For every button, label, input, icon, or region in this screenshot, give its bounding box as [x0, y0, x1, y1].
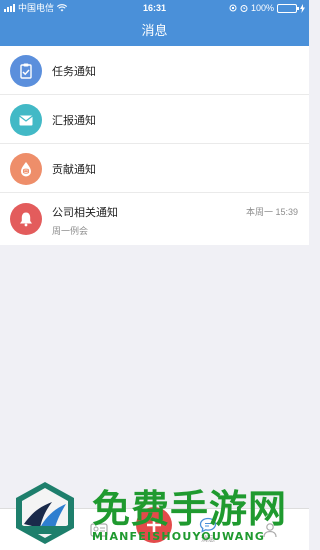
list-item-preview: 周一例会 — [52, 226, 89, 236]
list-item-label: 汇报通知 — [52, 115, 96, 127]
drop-coin-icon — [10, 153, 42, 185]
bell-icon — [10, 203, 42, 235]
battery-percent: 100% — [250, 3, 274, 13]
list-item-task-notice[interactable]: 任务通知 — [0, 46, 309, 95]
rotation-lock-icon — [229, 4, 237, 12]
charging-icon — [300, 3, 305, 13]
alarm-icon — [240, 5, 248, 12]
tab-contacts[interactable] — [74, 509, 124, 550]
list-item-label: 公司相关通知 — [52, 207, 118, 219]
battery-icon — [277, 3, 299, 13]
list-item-report-notice[interactable]: 汇报通知 — [0, 95, 309, 144]
list-item-time: 本周一 15:39 — [245, 207, 298, 217]
clipboard-check-icon — [10, 55, 42, 87]
status-bar: 中国电信 16:31 100% — [0, 0, 309, 16]
list-item-label: 任务通知 — [52, 66, 96, 78]
list-item-company-notice[interactable]: 公司相关通知 本周一 15:39 周一例会 — [0, 193, 309, 245]
top-bar: 中国电信 16:31 100% 消息 — [0, 0, 309, 46]
envelope-icon — [10, 104, 42, 136]
message-icon — [199, 517, 217, 533]
tab-label: 消息 — [201, 535, 215, 543]
contacts-icon — [90, 523, 108, 537]
list-item-label: 贡献通知 — [52, 164, 96, 176]
message-list: 任务通知 汇报通知 贡献通知 公司相关通知 本周一 15:39 周一例会 — [0, 46, 309, 245]
tab-messages[interactable]: 消息 — [183, 509, 233, 550]
add-icon — [147, 518, 161, 532]
profile-icon — [263, 523, 277, 538]
tab-bar: 消息 — [0, 507, 309, 550]
page-title: 消息 — [141, 23, 168, 38]
add-button[interactable] — [136, 507, 172, 543]
list-item-contribution-notice[interactable]: 贡献通知 — [0, 144, 309, 193]
tab-profile[interactable] — [245, 509, 295, 550]
